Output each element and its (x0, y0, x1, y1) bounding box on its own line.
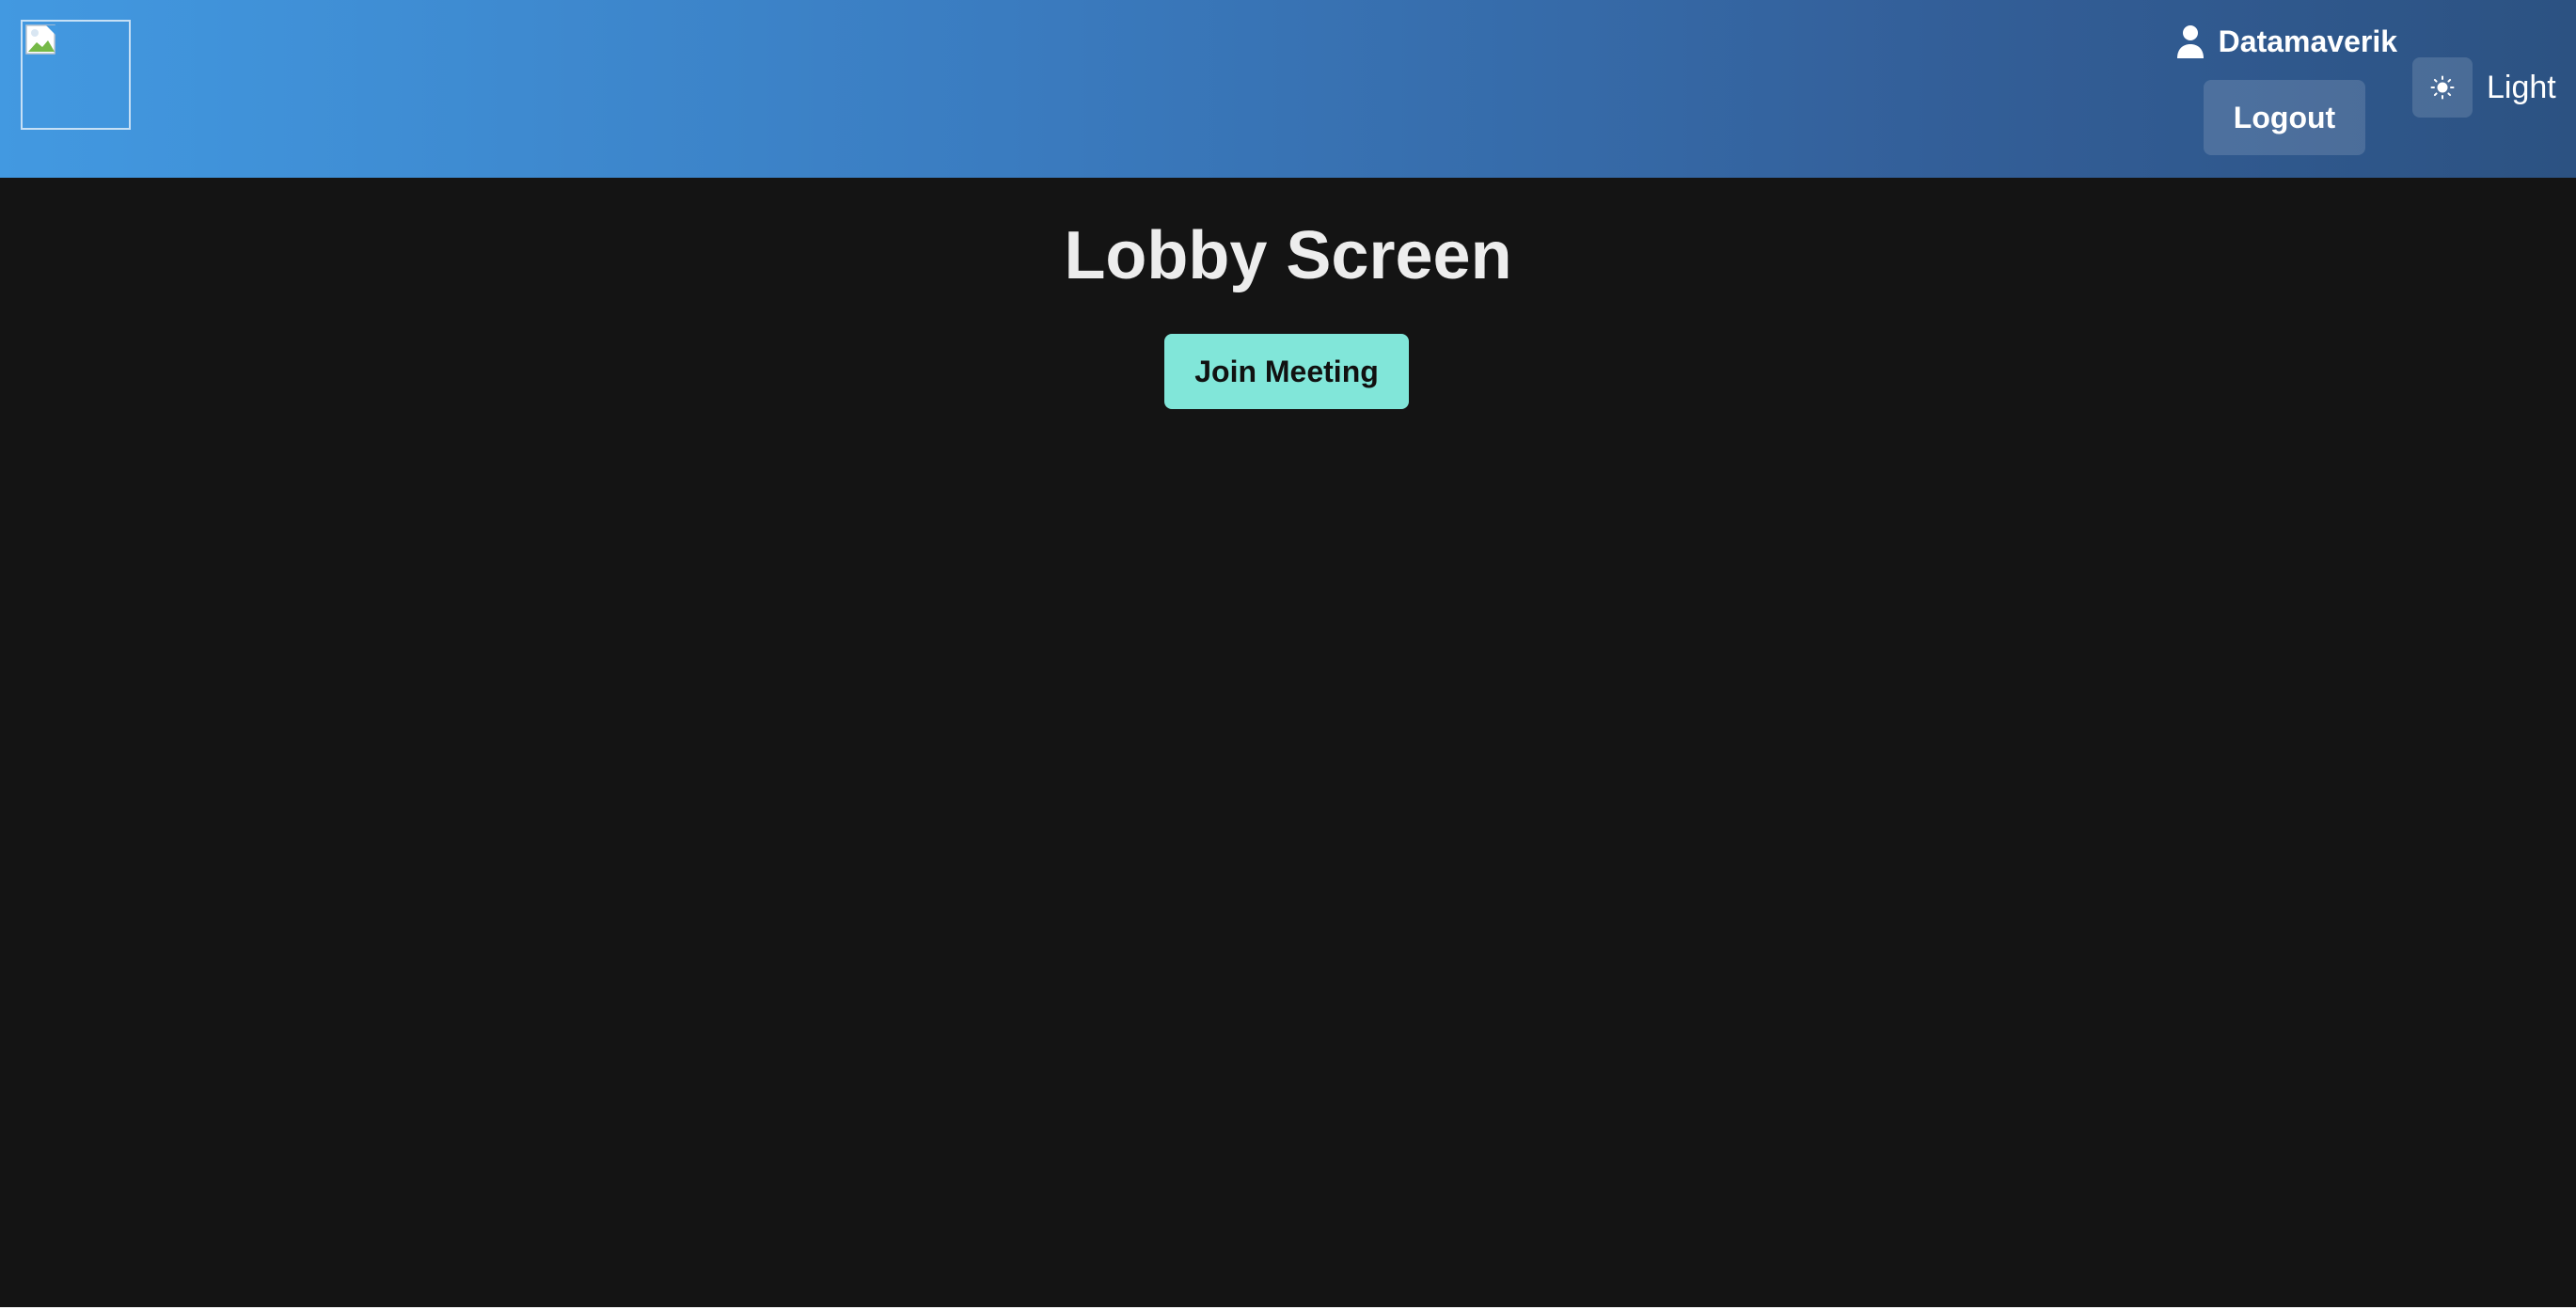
user-icon (2176, 25, 2204, 58)
logout-button[interactable]: Logout (2204, 80, 2365, 155)
join-meeting-button[interactable]: Join Meeting (1164, 334, 1409, 409)
app-logo[interactable] (21, 20, 131, 130)
theme-label: Light (2487, 70, 2556, 105)
username: Datamaverik (2218, 24, 2397, 58)
user-info: Datamaverik (2175, 23, 2397, 60)
broken-image-icon (25, 24, 57, 55)
sun-icon (2430, 75, 2455, 100)
page-title: Lobby Screen (1064, 218, 1512, 293)
app-header: Datamaverik Logout Light (0, 0, 2576, 178)
theme-toggle-button[interactable] (2412, 57, 2473, 118)
